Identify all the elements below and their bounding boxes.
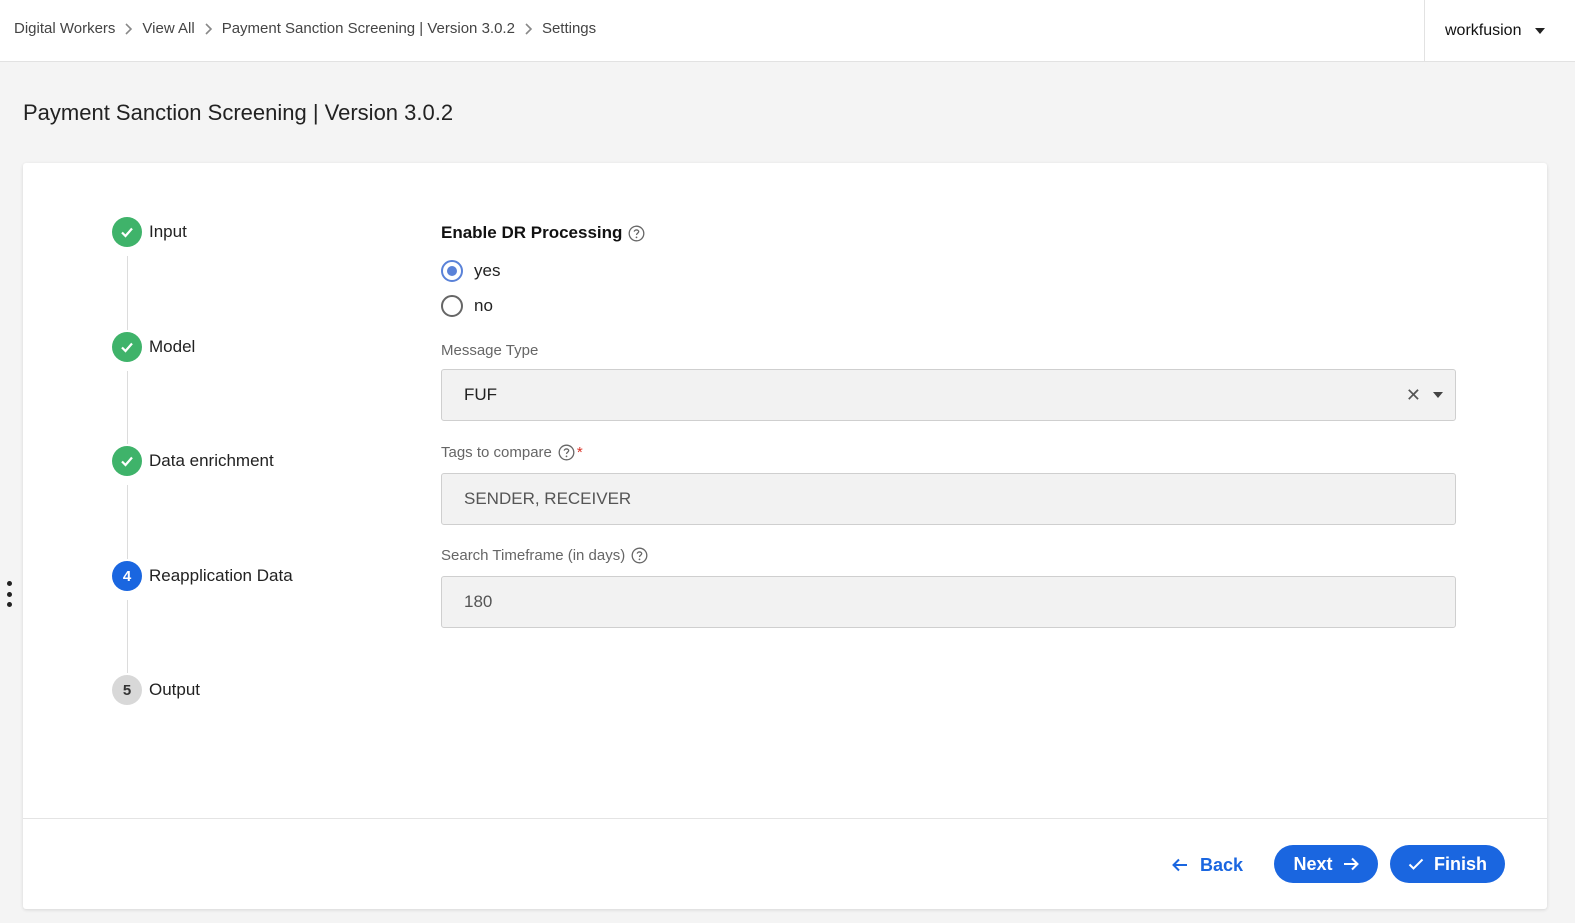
required-mark: * xyxy=(576,444,583,461)
timeframe-label-text: Search Timeframe (in days) xyxy=(441,547,626,564)
clear-icon[interactable]: ✕ xyxy=(1406,386,1421,404)
radio-yes[interactable]: yes xyxy=(441,259,500,283)
chevron-right-icon xyxy=(524,22,533,36)
breadcrumb-worker[interactable]: Payment Sanction Screening | Version 3.0… xyxy=(222,20,515,37)
next-button[interactable]: Next xyxy=(1274,845,1378,883)
help-icon[interactable] xyxy=(631,547,648,564)
timeframe-value: 180 xyxy=(464,592,493,611)
step-number: 5 xyxy=(112,675,142,705)
check-icon xyxy=(1408,857,1424,871)
timeframe-input[interactable]: 180 xyxy=(441,576,1456,628)
breadcrumb-digital-workers[interactable]: Digital Workers xyxy=(14,20,115,37)
step-label: Reapplication Data xyxy=(149,566,293,585)
step-label: Model xyxy=(149,337,196,356)
chevron-right-icon xyxy=(204,22,213,36)
message-type-select[interactable]: FUF ✕ xyxy=(441,369,1456,421)
step-model[interactable]: Model xyxy=(112,332,195,362)
radio-label: yes xyxy=(474,261,501,280)
stepper-connector xyxy=(127,256,128,330)
radio-button[interactable] xyxy=(441,260,463,282)
tags-label-text: Tags to compare xyxy=(441,444,552,461)
chevron-down-icon[interactable] xyxy=(1433,392,1443,398)
radio-no[interactable]: no xyxy=(441,294,493,318)
tenant-switcher[interactable]: workfusion xyxy=(1424,0,1575,62)
dr-processing-label: Enable DR Processing xyxy=(441,223,623,242)
check-icon xyxy=(112,446,142,476)
finish-button[interactable]: Finish xyxy=(1390,845,1505,883)
dr-processing-title: Enable DR Processing xyxy=(441,223,645,243)
caret-down-icon xyxy=(1535,28,1546,34)
breadcrumb-settings: Settings xyxy=(541,20,597,37)
next-label: Next xyxy=(1293,853,1333,874)
step-label: Data enrichment xyxy=(149,451,274,470)
tags-label: Tags to compare * xyxy=(441,444,583,461)
timeframe-label: Search Timeframe (in days) xyxy=(441,547,648,564)
radio-label: no xyxy=(474,296,493,315)
step-input[interactable]: Input xyxy=(112,217,187,247)
page-title: Payment Sanction Screening | Version 3.0… xyxy=(23,100,454,125)
tags-value: SENDER, RECEIVER xyxy=(464,489,632,508)
tags-input[interactable]: SENDER, RECEIVER xyxy=(441,473,1456,525)
settings-card: Input Model Data enrichment 4 Reapplicat… xyxy=(23,163,1547,909)
step-label: Output xyxy=(149,680,201,699)
step-number: 4 xyxy=(112,561,142,591)
more-options-icon[interactable] xyxy=(6,581,12,607)
stepper-connector xyxy=(127,600,128,673)
step-label: Input xyxy=(149,222,187,241)
check-icon xyxy=(112,217,142,247)
help-icon[interactable] xyxy=(558,444,575,461)
radio-button[interactable] xyxy=(441,295,463,317)
arrow-left-icon xyxy=(1172,858,1188,872)
check-icon xyxy=(112,332,142,362)
tenant-name: workfusion xyxy=(1445,22,1522,39)
message-type-label-text: Message Type xyxy=(441,342,539,359)
select-controls: ✕ xyxy=(1406,370,1443,420)
back-button[interactable]: Back xyxy=(1172,847,1243,883)
message-type-label: Message Type xyxy=(441,342,538,359)
step-data-enrichment[interactable]: Data enrichment xyxy=(112,446,274,476)
finish-label: Finish xyxy=(1434,853,1487,874)
chevron-right-icon xyxy=(124,22,133,36)
footer-divider xyxy=(23,818,1547,819)
breadcrumb-view-all[interactable]: View All xyxy=(142,20,194,37)
arrow-right-icon xyxy=(1343,857,1359,871)
top-bar: Digital Workers View All Payment Sanctio… xyxy=(0,0,1575,62)
message-type-value: FUF xyxy=(464,385,498,404)
step-output[interactable]: 5 Output xyxy=(112,675,200,705)
stepper-connector xyxy=(127,485,128,559)
back-label: Back xyxy=(1200,854,1244,875)
stepper-connector xyxy=(127,371,128,444)
help-icon[interactable] xyxy=(628,225,645,242)
breadcrumb: Digital Workers View All Payment Sanctio… xyxy=(14,20,596,37)
step-reapplication-data[interactable]: 4 Reapplication Data xyxy=(112,561,293,591)
